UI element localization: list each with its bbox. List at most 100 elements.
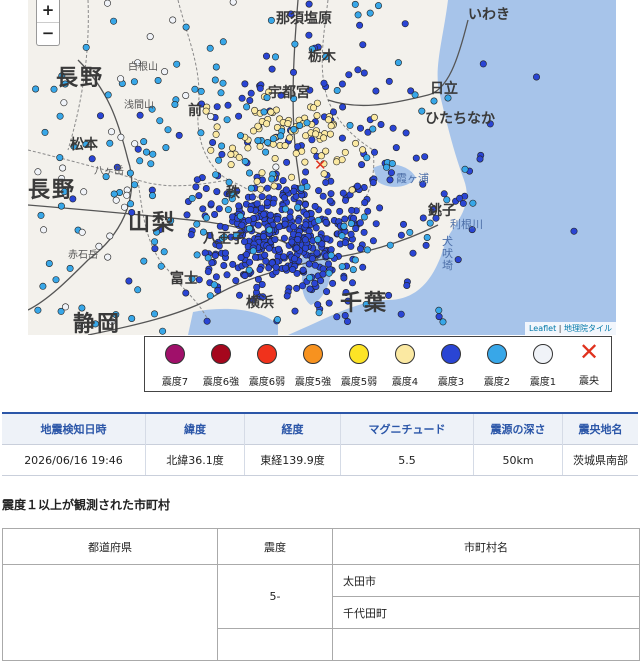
station-marker — [260, 233, 268, 241]
station-marker — [222, 249, 230, 257]
station-marker — [369, 179, 377, 187]
station-marker — [325, 269, 333, 277]
zoom-out-button[interactable]: − — [37, 22, 59, 45]
station-marker — [207, 112, 215, 120]
station-marker — [241, 80, 249, 88]
header-intensity: 震度 — [217, 528, 333, 565]
station-marker — [299, 266, 307, 274]
station-marker — [347, 242, 355, 250]
legend-label: 震度3 — [437, 377, 465, 388]
station-marker — [149, 150, 157, 158]
map-label-yamanashi: 山梨 — [128, 210, 177, 236]
station-marker — [45, 259, 53, 267]
summary-data-row: 2026/06/16 19:46 北緯36.1度 東経139.9度 5.5 50… — [2, 444, 638, 476]
station-marker — [224, 101, 232, 109]
station-marker — [338, 134, 346, 142]
station-marker — [241, 272, 249, 280]
value-epicenter: 茨城県南部 — [562, 444, 638, 476]
station-marker — [193, 176, 201, 184]
station-marker — [284, 120, 292, 128]
station-marker — [169, 16, 177, 24]
station-marker — [272, 163, 280, 171]
station-marker — [349, 266, 357, 274]
station-marker — [291, 255, 299, 263]
station-marker — [229, 0, 237, 6]
station-marker — [386, 176, 394, 184]
station-marker — [274, 215, 282, 223]
station-marker — [251, 106, 259, 114]
station-marker — [215, 205, 223, 213]
header-prefecture: 都道府県 — [2, 528, 218, 565]
station-marker — [401, 20, 409, 28]
station-marker — [258, 204, 266, 212]
value-latitude: 北緯36.1度 — [145, 444, 245, 476]
station-marker — [104, 91, 112, 99]
station-marker — [97, 112, 105, 120]
station-marker — [269, 135, 277, 143]
station-marker — [319, 192, 327, 200]
station-marker — [476, 155, 484, 163]
station-marker — [136, 111, 144, 119]
station-marker — [356, 124, 364, 132]
station-marker — [182, 289, 190, 297]
station-marker — [256, 142, 264, 150]
station-marker — [212, 273, 220, 281]
map-label-yokohama: 横浜 — [246, 295, 274, 311]
station-marker — [339, 103, 347, 111]
zoom-in-button[interactable]: + — [37, 0, 59, 22]
station-marker — [326, 130, 334, 138]
station-marker — [325, 299, 333, 307]
station-marker — [246, 97, 254, 105]
station-marker — [348, 186, 356, 194]
station-marker — [263, 120, 271, 128]
station-marker — [265, 226, 273, 234]
station-marker — [272, 53, 280, 61]
station-marker — [288, 173, 296, 181]
station-marker — [245, 216, 253, 224]
station-marker — [283, 158, 291, 166]
station-marker — [366, 9, 374, 17]
station-marker — [171, 101, 179, 109]
station-marker — [310, 104, 318, 112]
station-marker — [282, 186, 290, 194]
station-marker — [363, 154, 371, 162]
map-label-iwaki: いわき — [468, 7, 510, 23]
station-marker — [59, 164, 67, 172]
station-marker — [244, 144, 252, 152]
station-marker — [322, 147, 330, 155]
station-marker — [356, 219, 364, 227]
station-marker — [160, 248, 168, 256]
station-marker — [333, 158, 341, 166]
station-marker — [386, 241, 394, 249]
map-label-yatsugatake: 八ヶ岳 — [94, 166, 124, 177]
station-marker — [359, 41, 367, 49]
station-marker — [360, 69, 368, 77]
station-marker — [218, 142, 226, 150]
station-marker — [121, 203, 129, 211]
legend-swatch — [211, 344, 231, 364]
legend-item: 震度1 — [519, 337, 567, 388]
station-marker — [325, 116, 333, 124]
gsi-tile-link[interactable]: 地理院タイル — [564, 324, 612, 333]
station-marker — [281, 142, 289, 150]
station-marker — [291, 307, 299, 315]
station-marker — [214, 286, 222, 294]
summary-header-row: 地震検知日時 緯度 経度 マグニチュード 震源の深さ 震央地名 — [2, 412, 638, 445]
station-marker — [39, 282, 47, 290]
leaflet-link[interactable]: Leaflet — [529, 324, 556, 333]
station-marker — [270, 182, 278, 190]
station-marker — [294, 203, 302, 211]
station-marker — [117, 133, 125, 141]
legend-label: 震度6弱 — [248, 377, 286, 388]
intensity-map[interactable]: ✕ + − 那須塩原 いわき 栃木 宇都宮 日立 ひたちなか 長野 松本 前 秩… — [28, 0, 616, 335]
station-marker — [339, 189, 347, 197]
station-marker — [261, 251, 269, 259]
station-marker — [351, 256, 359, 264]
station-marker — [52, 276, 60, 284]
legend-item: 震度6弱 — [243, 337, 291, 388]
station-marker — [382, 163, 390, 171]
value-detection-time: 2026/06/16 19:46 — [2, 444, 146, 476]
legend-label: 震度2 — [483, 377, 511, 388]
header-municipality: 市町村名 — [332, 528, 640, 565]
map-label-chiba: 千葉 — [340, 290, 389, 316]
